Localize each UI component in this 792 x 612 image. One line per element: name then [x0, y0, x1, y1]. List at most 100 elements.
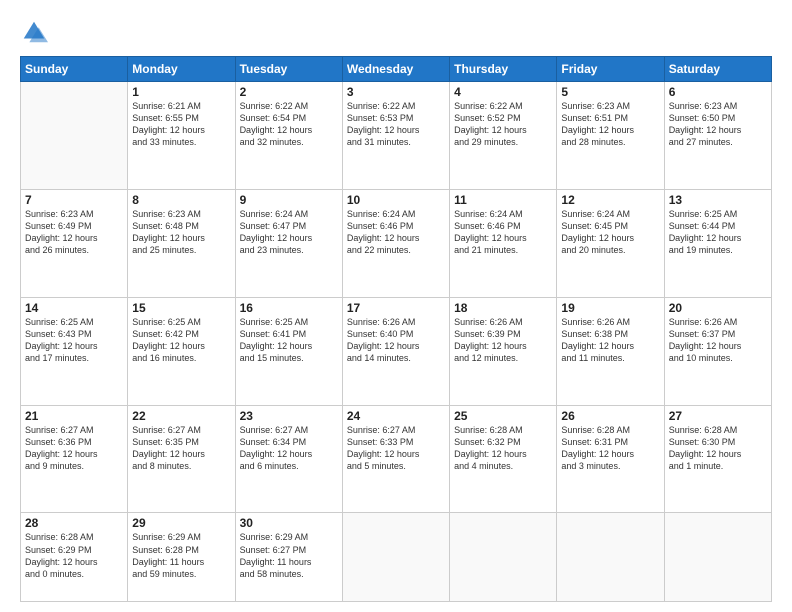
day-info: Sunrise: 6:27 AM Sunset: 6:36 PM Dayligh…	[25, 424, 123, 473]
day-cell: 20Sunrise: 6:26 AM Sunset: 6:37 PM Dayli…	[664, 297, 771, 405]
day-number: 4	[454, 85, 552, 99]
day-cell: 28Sunrise: 6:28 AM Sunset: 6:29 PM Dayli…	[21, 513, 128, 602]
day-cell	[664, 513, 771, 602]
day-info: Sunrise: 6:22 AM Sunset: 6:52 PM Dayligh…	[454, 100, 552, 149]
day-info: Sunrise: 6:25 AM Sunset: 6:44 PM Dayligh…	[669, 208, 767, 257]
day-number: 3	[347, 85, 445, 99]
day-number: 2	[240, 85, 338, 99]
calendar-table: SundayMondayTuesdayWednesdayThursdayFrid…	[20, 56, 772, 602]
day-cell: 7Sunrise: 6:23 AM Sunset: 6:49 PM Daylig…	[21, 189, 128, 297]
week-row-0: 1Sunrise: 6:21 AM Sunset: 6:55 PM Daylig…	[21, 82, 772, 190]
day-cell: 21Sunrise: 6:27 AM Sunset: 6:36 PM Dayli…	[21, 405, 128, 513]
week-row-1: 7Sunrise: 6:23 AM Sunset: 6:49 PM Daylig…	[21, 189, 772, 297]
day-cell: 16Sunrise: 6:25 AM Sunset: 6:41 PM Dayli…	[235, 297, 342, 405]
day-number: 27	[669, 409, 767, 423]
day-number: 26	[561, 409, 659, 423]
day-info: Sunrise: 6:29 AM Sunset: 6:27 PM Dayligh…	[240, 531, 338, 580]
day-info: Sunrise: 6:26 AM Sunset: 6:39 PM Dayligh…	[454, 316, 552, 365]
day-cell: 5Sunrise: 6:23 AM Sunset: 6:51 PM Daylig…	[557, 82, 664, 190]
col-header-tuesday: Tuesday	[235, 57, 342, 82]
day-number: 29	[132, 516, 230, 530]
day-cell	[450, 513, 557, 602]
day-cell: 10Sunrise: 6:24 AM Sunset: 6:46 PM Dayli…	[342, 189, 449, 297]
day-number: 15	[132, 301, 230, 315]
day-info: Sunrise: 6:23 AM Sunset: 6:50 PM Dayligh…	[669, 100, 767, 149]
day-number: 10	[347, 193, 445, 207]
day-info: Sunrise: 6:24 AM Sunset: 6:47 PM Dayligh…	[240, 208, 338, 257]
day-number: 25	[454, 409, 552, 423]
day-cell: 4Sunrise: 6:22 AM Sunset: 6:52 PM Daylig…	[450, 82, 557, 190]
day-number: 14	[25, 301, 123, 315]
day-info: Sunrise: 6:24 AM Sunset: 6:46 PM Dayligh…	[347, 208, 445, 257]
day-info: Sunrise: 6:25 AM Sunset: 6:42 PM Dayligh…	[132, 316, 230, 365]
day-number: 12	[561, 193, 659, 207]
day-info: Sunrise: 6:28 AM Sunset: 6:32 PM Dayligh…	[454, 424, 552, 473]
day-cell	[557, 513, 664, 602]
day-info: Sunrise: 6:23 AM Sunset: 6:49 PM Dayligh…	[25, 208, 123, 257]
day-info: Sunrise: 6:22 AM Sunset: 6:53 PM Dayligh…	[347, 100, 445, 149]
week-row-3: 21Sunrise: 6:27 AM Sunset: 6:36 PM Dayli…	[21, 405, 772, 513]
day-info: Sunrise: 6:27 AM Sunset: 6:34 PM Dayligh…	[240, 424, 338, 473]
day-info: Sunrise: 6:28 AM Sunset: 6:31 PM Dayligh…	[561, 424, 659, 473]
col-header-monday: Monday	[128, 57, 235, 82]
col-header-sunday: Sunday	[21, 57, 128, 82]
day-number: 18	[454, 301, 552, 315]
day-number: 5	[561, 85, 659, 99]
day-cell: 27Sunrise: 6:28 AM Sunset: 6:30 PM Dayli…	[664, 405, 771, 513]
day-cell: 14Sunrise: 6:25 AM Sunset: 6:43 PM Dayli…	[21, 297, 128, 405]
day-number: 19	[561, 301, 659, 315]
day-number: 11	[454, 193, 552, 207]
day-cell: 11Sunrise: 6:24 AM Sunset: 6:46 PM Dayli…	[450, 189, 557, 297]
day-number: 1	[132, 85, 230, 99]
day-cell: 12Sunrise: 6:24 AM Sunset: 6:45 PM Dayli…	[557, 189, 664, 297]
col-header-wednesday: Wednesday	[342, 57, 449, 82]
day-number: 23	[240, 409, 338, 423]
day-number: 24	[347, 409, 445, 423]
day-info: Sunrise: 6:25 AM Sunset: 6:41 PM Dayligh…	[240, 316, 338, 365]
day-cell: 29Sunrise: 6:29 AM Sunset: 6:28 PM Dayli…	[128, 513, 235, 602]
day-number: 6	[669, 85, 767, 99]
day-number: 9	[240, 193, 338, 207]
header-row: SundayMondayTuesdayWednesdayThursdayFrid…	[21, 57, 772, 82]
day-info: Sunrise: 6:27 AM Sunset: 6:35 PM Dayligh…	[132, 424, 230, 473]
day-number: 28	[25, 516, 123, 530]
week-row-4: 28Sunrise: 6:28 AM Sunset: 6:29 PM Dayli…	[21, 513, 772, 602]
day-info: Sunrise: 6:24 AM Sunset: 6:45 PM Dayligh…	[561, 208, 659, 257]
day-cell	[342, 513, 449, 602]
day-cell: 25Sunrise: 6:28 AM Sunset: 6:32 PM Dayli…	[450, 405, 557, 513]
day-cell: 8Sunrise: 6:23 AM Sunset: 6:48 PM Daylig…	[128, 189, 235, 297]
day-number: 13	[669, 193, 767, 207]
day-info: Sunrise: 6:29 AM Sunset: 6:28 PM Dayligh…	[132, 531, 230, 580]
day-info: Sunrise: 6:22 AM Sunset: 6:54 PM Dayligh…	[240, 100, 338, 149]
day-number: 8	[132, 193, 230, 207]
day-info: Sunrise: 6:28 AM Sunset: 6:30 PM Dayligh…	[669, 424, 767, 473]
day-info: Sunrise: 6:21 AM Sunset: 6:55 PM Dayligh…	[132, 100, 230, 149]
day-info: Sunrise: 6:24 AM Sunset: 6:46 PM Dayligh…	[454, 208, 552, 257]
day-number: 21	[25, 409, 123, 423]
week-row-2: 14Sunrise: 6:25 AM Sunset: 6:43 PM Dayli…	[21, 297, 772, 405]
day-info: Sunrise: 6:25 AM Sunset: 6:43 PM Dayligh…	[25, 316, 123, 365]
day-cell: 30Sunrise: 6:29 AM Sunset: 6:27 PM Dayli…	[235, 513, 342, 602]
day-cell: 6Sunrise: 6:23 AM Sunset: 6:50 PM Daylig…	[664, 82, 771, 190]
day-info: Sunrise: 6:23 AM Sunset: 6:51 PM Dayligh…	[561, 100, 659, 149]
day-number: 17	[347, 301, 445, 315]
day-info: Sunrise: 6:26 AM Sunset: 6:37 PM Dayligh…	[669, 316, 767, 365]
day-cell: 9Sunrise: 6:24 AM Sunset: 6:47 PM Daylig…	[235, 189, 342, 297]
day-number: 20	[669, 301, 767, 315]
day-info: Sunrise: 6:26 AM Sunset: 6:40 PM Dayligh…	[347, 316, 445, 365]
day-cell: 22Sunrise: 6:27 AM Sunset: 6:35 PM Dayli…	[128, 405, 235, 513]
day-number: 16	[240, 301, 338, 315]
day-cell: 18Sunrise: 6:26 AM Sunset: 6:39 PM Dayli…	[450, 297, 557, 405]
day-cell: 24Sunrise: 6:27 AM Sunset: 6:33 PM Dayli…	[342, 405, 449, 513]
logo-icon	[20, 18, 48, 46]
day-number: 30	[240, 516, 338, 530]
day-cell: 15Sunrise: 6:25 AM Sunset: 6:42 PM Dayli…	[128, 297, 235, 405]
day-cell: 17Sunrise: 6:26 AM Sunset: 6:40 PM Dayli…	[342, 297, 449, 405]
col-header-friday: Friday	[557, 57, 664, 82]
day-info: Sunrise: 6:23 AM Sunset: 6:48 PM Dayligh…	[132, 208, 230, 257]
day-info: Sunrise: 6:27 AM Sunset: 6:33 PM Dayligh…	[347, 424, 445, 473]
day-info: Sunrise: 6:26 AM Sunset: 6:38 PM Dayligh…	[561, 316, 659, 365]
page: SundayMondayTuesdayWednesdayThursdayFrid…	[0, 0, 792, 612]
day-cell: 2Sunrise: 6:22 AM Sunset: 6:54 PM Daylig…	[235, 82, 342, 190]
day-cell: 3Sunrise: 6:22 AM Sunset: 6:53 PM Daylig…	[342, 82, 449, 190]
